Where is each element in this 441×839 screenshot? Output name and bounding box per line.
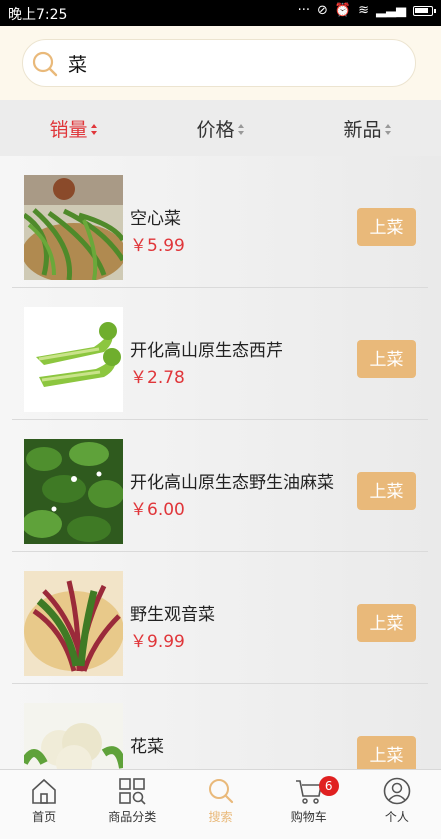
user-icon (383, 777, 411, 805)
more-icon: ··· (297, 3, 310, 18)
tab-cart[interactable]: 6 购物车 (265, 770, 353, 839)
product-name: 花菜 (130, 737, 164, 757)
tab-home[interactable]: 首页 (0, 770, 88, 839)
product-price: ￥2.78 (130, 368, 185, 388)
product-image-cauliflower (24, 703, 123, 769)
tab-label: 商品分类 (108, 810, 157, 824)
product-item[interactable]: 开化高山原生态西芹 ￥2.78 上菜 (12, 288, 428, 420)
status-bar: 晚上7:25 ··· ⊘ ⏰ ≋ ▂▃▅ (0, 0, 441, 26)
tab-label: 搜索 (208, 810, 233, 824)
add-to-cart-button[interactable]: 上菜 (357, 340, 416, 378)
cart-icon (295, 780, 322, 804)
category-icon (119, 778, 146, 805)
sort-arrows-icon (90, 124, 98, 136)
product-item[interactable]: 野生观音菜 ￥9.99 上菜 (12, 552, 428, 684)
tab-category[interactable]: 商品分类 (88, 770, 176, 839)
mute-icon: ⊘ (317, 3, 328, 18)
product-image-water-spinach (24, 175, 123, 280)
tab-profile[interactable]: 个人 (353, 770, 441, 839)
add-to-cart-button[interactable]: 上菜 (357, 472, 416, 510)
home-icon (32, 778, 56, 804)
add-to-cart-button[interactable]: 上菜 (357, 604, 416, 642)
sort-tabs: 销量 价格 新品 (0, 100, 441, 156)
sort-arrows-icon (237, 124, 245, 136)
search-box[interactable] (22, 39, 416, 87)
add-to-cart-button[interactable]: 上菜 (357, 208, 416, 246)
product-price: ￥6.00 (130, 500, 185, 520)
product-image-wild-greens (24, 439, 123, 544)
bottom-tab-bar: 首页 商品分类 搜索 6 购物车 个人 (0, 769, 441, 839)
product-price: ￥5.99 (130, 236, 185, 256)
search-icon (208, 779, 233, 804)
product-item[interactable]: 花菜 上菜 (12, 684, 428, 769)
product-image-guanyin-greens (24, 571, 123, 676)
search-icon (32, 51, 58, 77)
product-name: 开化高山原生态野生油麻菜 (130, 473, 334, 493)
signal-icon: ▂▃▅ (376, 3, 406, 18)
cart-badge: 6 (318, 776, 339, 796)
product-item[interactable]: 空心菜 ￥5.99 上菜 (12, 156, 428, 288)
sort-arrows-icon (384, 124, 392, 136)
product-image-celery (24, 307, 123, 412)
search-input[interactable] (68, 49, 398, 77)
search-header (0, 26, 441, 100)
tab-label: 购物车 (290, 810, 327, 824)
sort-tab-sales[interactable]: 销量 (0, 115, 147, 142)
product-price: ￥9.99 (130, 632, 185, 652)
tab-label: 个人 (384, 810, 409, 824)
wifi-icon: ≋ (358, 3, 369, 18)
add-to-cart-button[interactable]: 上菜 (357, 736, 416, 769)
tab-label: 首页 (32, 810, 57, 824)
sort-tab-label: 新品 (343, 118, 382, 141)
sort-tab-new[interactable]: 新品 (294, 115, 441, 142)
status-icons: ··· ⊘ ⏰ ≋ ▂▃▅ (297, 3, 436, 18)
status-time: 晚上7:25 (8, 7, 68, 23)
sort-tab-label: 销量 (49, 118, 88, 141)
sort-tab-label: 价格 (196, 118, 235, 141)
battery-icon (413, 5, 436, 16)
product-name: 野生观音菜 (130, 605, 215, 625)
product-item[interactable]: 开化高山原生态野生油麻菜 ￥6.00 上菜 (12, 420, 428, 552)
product-name: 开化高山原生态西芹 (130, 341, 283, 361)
sort-tab-price[interactable]: 价格 (147, 115, 294, 142)
alarm-icon: ⏰ (334, 3, 352, 18)
product-name: 空心菜 (130, 209, 181, 229)
product-list[interactable]: 空心菜 ￥5.99 上菜 开化高山原生态西芹 ￥2.78 上菜 开化高山原生态野… (0, 156, 441, 769)
tab-search[interactable]: 搜索 (176, 770, 264, 839)
